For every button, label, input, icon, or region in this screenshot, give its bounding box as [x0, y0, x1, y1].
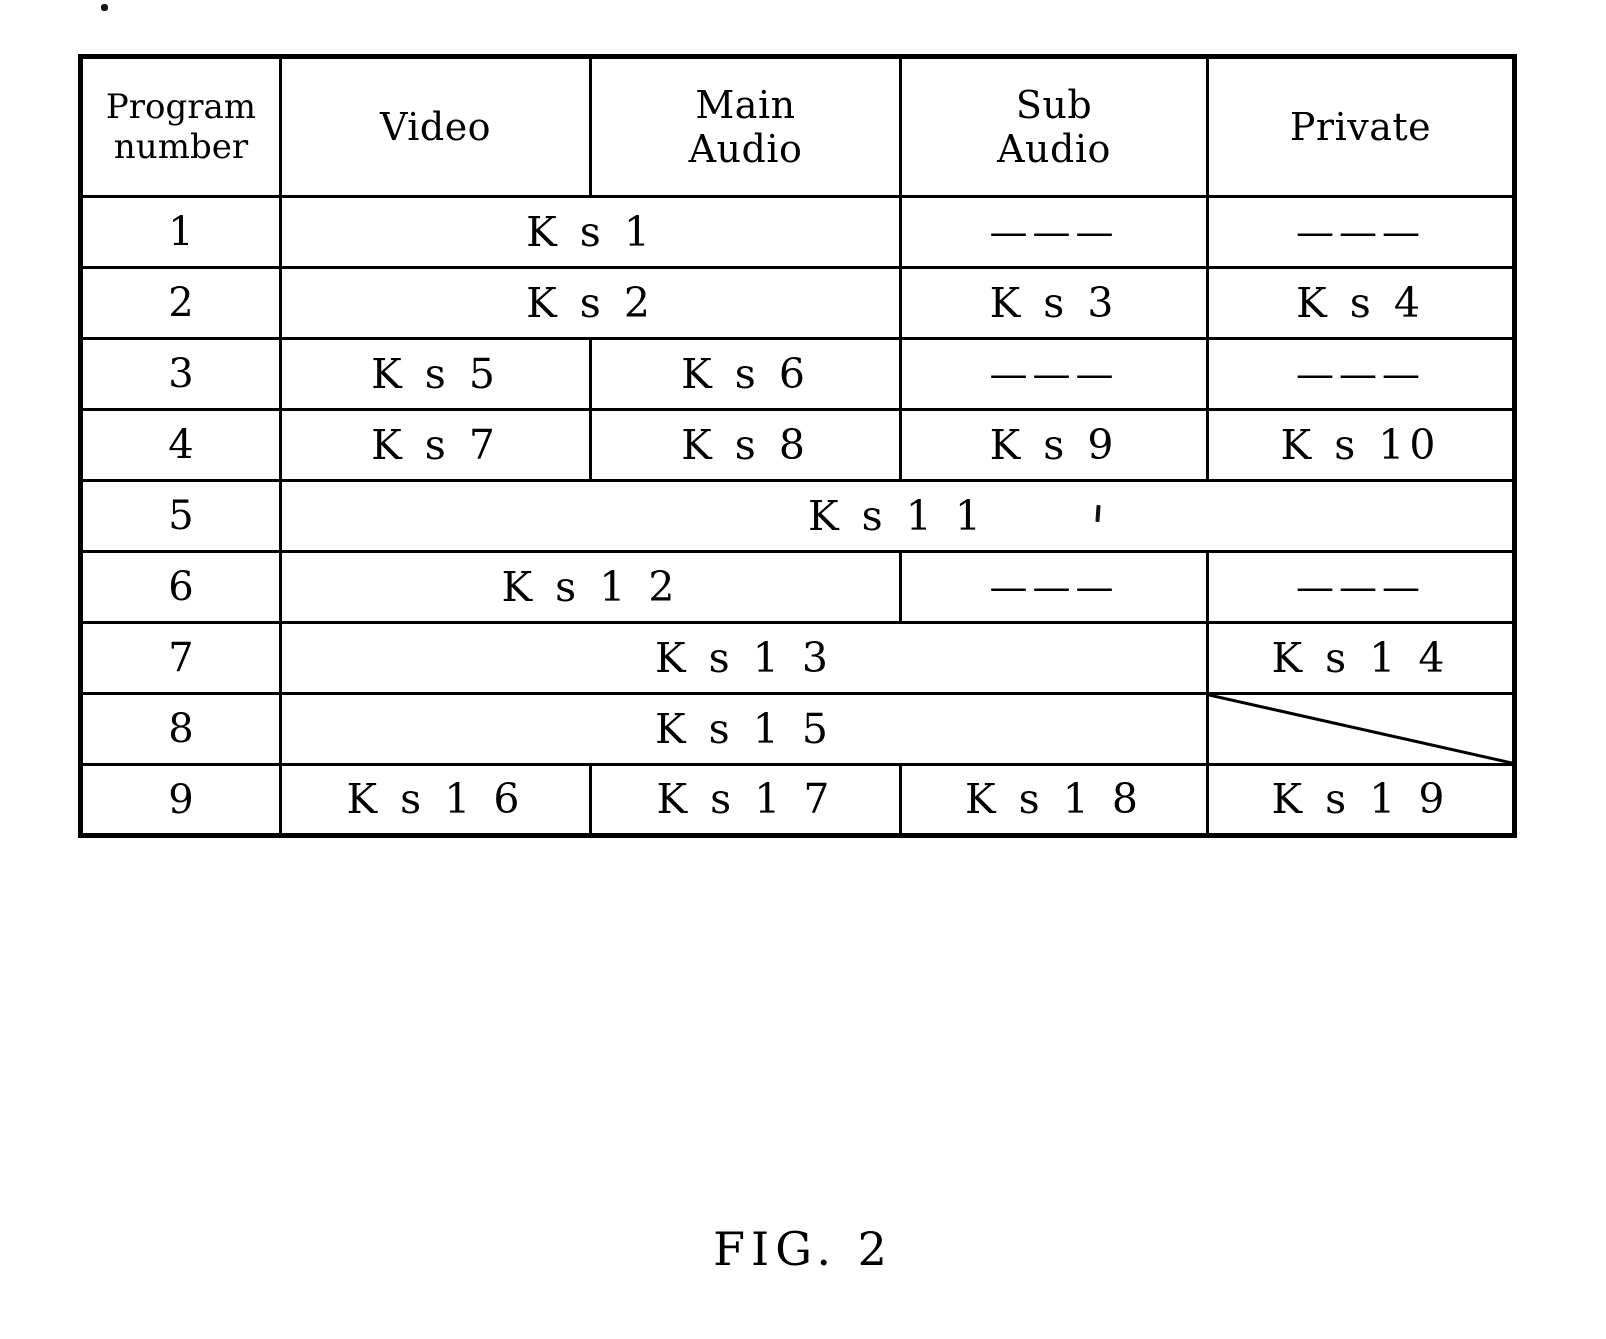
cell-stream-key: K s 9 — [899, 408, 1209, 482]
column-header-private: Private — [1206, 55, 1516, 198]
table-row: 3K s 5K s 6 ——— ——— — [79, 337, 1516, 411]
table-row: 1K s 1 ——— ——— — [79, 195, 1516, 269]
cell-program-number: 3 — [79, 337, 282, 411]
cell-empty-marker: ——— — [1206, 337, 1516, 411]
table-row: 6K s 1 2 ——— ——— — [79, 550, 1516, 624]
column-header-line: Sub — [1015, 82, 1093, 127]
column-header-sub-audio: Sub Audio — [899, 55, 1209, 198]
column-header-line: Main — [695, 82, 796, 127]
cell-program-number: 2 — [79, 266, 282, 340]
table-header-row: Program number Video Main Audio Sub Audi… — [79, 55, 1516, 198]
cell-stream-key: K s 7 — [279, 408, 592, 482]
column-header-line: Audio — [997, 127, 1111, 171]
column-header-line: Video — [379, 104, 492, 149]
cell-stream-key: K s 1 6 — [279, 763, 592, 837]
table-row: 5K s 1 1 — [79, 479, 1516, 553]
cell-program-number: 4 — [79, 408, 282, 482]
cell-program-number: 9 — [79, 763, 282, 837]
cell-stream-key: K s 8 — [589, 408, 902, 482]
cell-stream-key: K s 2 — [279, 266, 902, 340]
cell-stream-key: K s 1 — [279, 195, 902, 269]
cell-stream-key: K s 10 — [1206, 408, 1516, 482]
cell-stream-key: K s 1 8 — [899, 763, 1209, 837]
cell-stream-key: K s 1 2 — [279, 550, 902, 624]
table-body: 1K s 1 ——— ——— 2 K s 2K s 3K s 43K s 5K s 6—… — [79, 195, 1516, 837]
cell-stream-key: K s 5 — [279, 337, 592, 411]
column-header-line: number — [113, 127, 249, 167]
cell-empty-marker: ——— — [899, 550, 1209, 624]
cell-empty-marker: ——— — [1206, 195, 1516, 269]
column-header-video: Video — [279, 55, 592, 198]
cell-stream-key: K s 3 — [899, 266, 1209, 340]
figure-caption: FIG. 2 — [713, 1222, 893, 1276]
cell-empty-marker: ——— — [899, 337, 1209, 411]
cell-stream-key: K s 6 — [589, 337, 902, 411]
table-row: 4K s 7K s 8K s 9K s 10 — [79, 408, 1516, 482]
table-row: 8K s 1 5 — [79, 692, 1516, 766]
column-header-main-audio: Main Audio — [589, 55, 902, 198]
cell-program-number: 8 — [79, 692, 282, 766]
cell-program-number: 1 — [79, 195, 282, 269]
diagonal-strike-icon — [1209, 695, 1512, 763]
column-header-line: Program — [105, 86, 257, 127]
cell-stream-key: K s 1 5 — [279, 692, 1209, 766]
cell-stream-key: K s 4 — [1206, 266, 1516, 340]
cell-program-number: 5 — [79, 479, 282, 553]
table-row: 2K s 2K s 3K s 4 — [79, 266, 1516, 340]
cell-empty-diagonal-strike — [1206, 692, 1516, 766]
cell-stream-key: K s 1 7 — [589, 763, 902, 837]
cell-program-number: 7 — [79, 621, 282, 695]
cell-stream-key: K s 1 9 — [1206, 763, 1516, 837]
program-stream-table: Program number Video Main Audio Sub Audi… — [78, 54, 1517, 838]
cell-stream-key: K s 1 3 — [279, 621, 1209, 695]
cell-stream-key: K s 1 1 — [279, 479, 1516, 553]
column-header-line: Audio — [688, 127, 803, 171]
table-row: 7K s 1 3K s 1 4 — [79, 621, 1516, 695]
table-header: Program number Video Main Audio Sub Audi… — [79, 55, 1516, 198]
table-row: 9K s 1 6K s 1 7K s 1 8K s 1 9 — [79, 763, 1516, 837]
column-header-line: Private — [1289, 104, 1432, 149]
cell-program-number: 6 — [79, 550, 282, 624]
cell-stream-key: K s 1 4 — [1206, 621, 1516, 695]
cell-empty-marker: ——— — [899, 195, 1209, 269]
scan-speck-artifact — [101, 4, 108, 11]
column-header-program-number: Program number — [79, 55, 282, 198]
cell-empty-marker: ——— — [1206, 550, 1516, 624]
